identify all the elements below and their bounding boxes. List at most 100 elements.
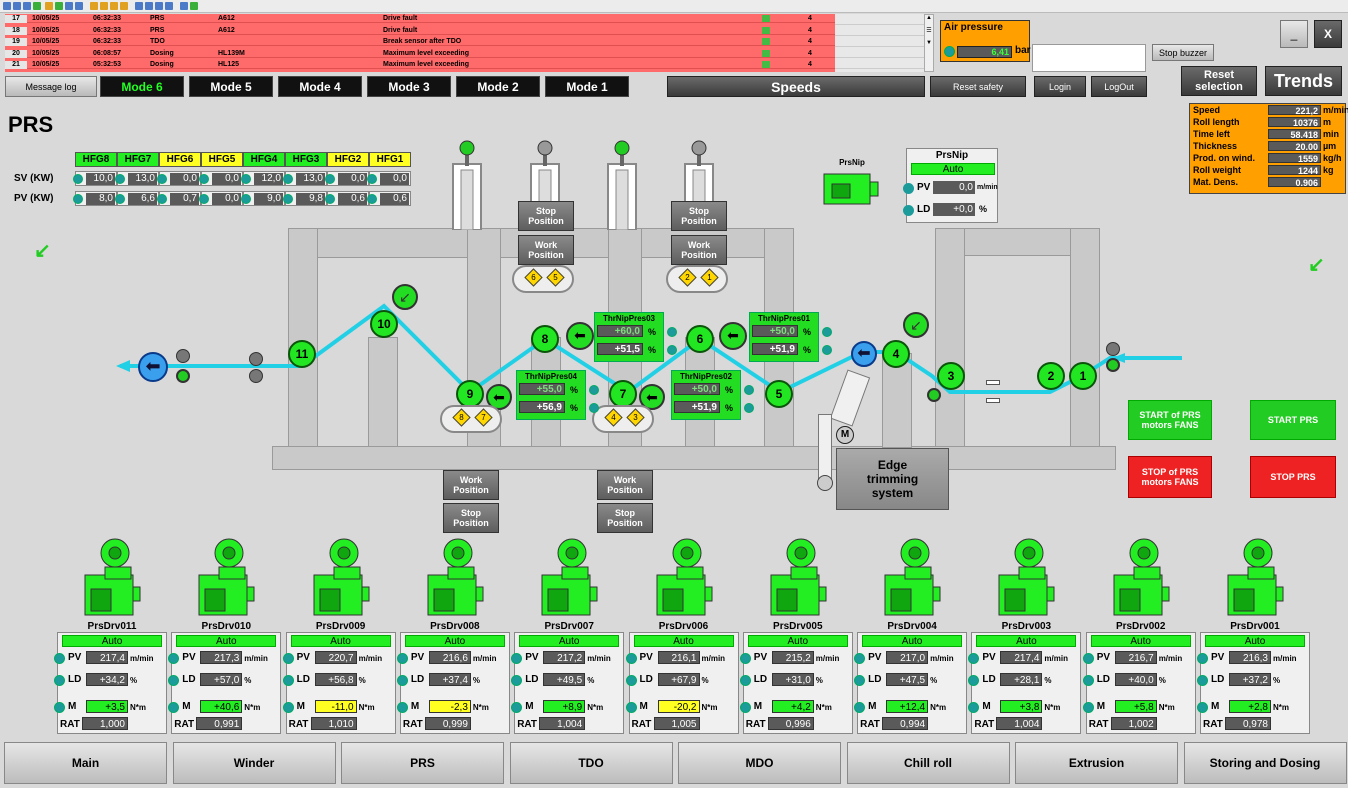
roll-11[interactable]: 11 — [288, 340, 316, 368]
pressure-unit: % — [570, 385, 579, 395]
drive-pv-indicator — [54, 653, 65, 664]
pressure-setpoint[interactable]: +60,0 — [597, 325, 643, 337]
drive-rat-label: RAT — [517, 719, 537, 730]
pressure-name: ThrNipPres02 — [679, 372, 733, 381]
drive-ld-label: LD — [182, 674, 196, 685]
roll-5[interactable]: 5 — [765, 380, 793, 408]
work-position-button-upper-left[interactable]: Work Position — [518, 235, 574, 265]
drive-pv-unit: m/min — [244, 654, 268, 663]
drive-motor-icon[interactable] — [426, 537, 484, 619]
pressure-setpoint[interactable]: +55,0 — [519, 383, 565, 395]
nav-main[interactable]: Main — [4, 742, 167, 784]
drive-m-unit: N*m — [701, 703, 718, 712]
roll-3[interactable]: 3 — [937, 362, 965, 390]
pressure-actual: +51,9 — [674, 401, 720, 413]
start-fans-button[interactable]: START of PRS motors FANS — [1128, 400, 1212, 440]
drive-pv-unit: m/min — [587, 654, 611, 663]
drive-motor-icon[interactable] — [769, 537, 827, 619]
drive-motor-icon[interactable] — [1112, 537, 1170, 619]
roll-4[interactable]: 4 — [882, 340, 910, 368]
roll-7[interactable]: 7 — [609, 380, 637, 408]
nav-winder[interactable]: Winder — [172, 742, 336, 784]
pressure-name: ThrNipPres03 — [602, 314, 656, 323]
nav-chill-roll[interactable]: Chill roll — [846, 742, 1010, 784]
start-prs-button[interactable]: START PRS — [1250, 400, 1336, 440]
drive-ld-value: +34,2 — [86, 673, 128, 686]
pressure-actual: +51,5 — [597, 343, 643, 355]
drive-name: PrsDrv007 — [544, 621, 594, 632]
sensor-marker — [986, 398, 1000, 403]
stop-position-button-lower-left[interactable]: Stop Position — [443, 503, 499, 533]
roll-9[interactable]: 9 — [456, 380, 484, 408]
drive-motor-icon[interactable] — [540, 537, 598, 619]
stop-position-button-lower-right[interactable]: Stop Position — [597, 503, 653, 533]
nip-pair[interactable]: 21 — [666, 265, 728, 293]
drive-ld-indicator — [54, 675, 65, 686]
drive-ld-label: LD — [982, 674, 996, 685]
nip-marker: 7 — [474, 408, 493, 427]
stop-fans-button[interactable]: STOP of PRS motors FANS — [1128, 456, 1212, 498]
stop-position-button-upper-left[interactable]: Stop Position — [518, 201, 574, 231]
nav-prs[interactable]: PRS — [341, 742, 504, 784]
drive-ld-unit: % — [244, 676, 252, 685]
nip-pair[interactable]: 87 — [440, 405, 502, 433]
nav-mdo[interactable]: MDO — [678, 742, 841, 784]
drive-pv-label: PV — [868, 652, 882, 663]
drive-name: PrsDrv006 — [658, 621, 709, 632]
drive-motor-icon[interactable] — [655, 537, 713, 619]
nav-extrusion[interactable]: Extrusion — [1015, 742, 1178, 784]
drive-motor-icon[interactable] — [883, 537, 941, 619]
nip-pair[interactable]: 43 — [592, 405, 654, 433]
drive-ld-value: +56,8 — [314, 673, 357, 686]
drive-ld-unit: % — [930, 676, 938, 685]
drive-m-label: M — [296, 701, 305, 712]
roll-2[interactable]: 2 — [1037, 362, 1065, 390]
roll-10[interactable]: 10 — [370, 310, 398, 338]
roll-8[interactable]: 8 — [531, 325, 559, 353]
drive-m-value: +12,4 — [886, 700, 929, 713]
work-position-button-lower-right[interactable]: Work Position — [597, 470, 653, 500]
pressure-setpoint[interactable]: +50,0 — [674, 383, 720, 395]
drive-ld-value: +49,5 — [543, 673, 586, 686]
drive-mode: Auto — [1205, 635, 1305, 647]
pressure-setpoint[interactable]: +50,0 — [752, 325, 798, 337]
pressure-panel: ThrNipPres04 +55,0% +56,9% — [516, 370, 599, 420]
film-exit-arrow-icon: ⬅ — [138, 352, 168, 382]
drive-panel: Auto PV 217,0 m/min LD +47,5% M +12,4 N*m RAT 0,99… — [854, 632, 968, 734]
drive-mode: Auto — [862, 635, 963, 647]
drive-motor-icon[interactable] — [997, 537, 1055, 619]
nip-pair[interactable]: 65 — [512, 265, 574, 293]
drive-motor-icon[interactable] — [1226, 537, 1284, 619]
drive-motor-icon[interactable] — [83, 537, 141, 619]
drive-m-indicator — [168, 702, 180, 713]
stop-prs-button[interactable]: STOP PRS — [1250, 456, 1336, 498]
stop-position-button-upper-right[interactable]: Stop Position — [671, 201, 727, 231]
drive-ld-unit: % — [1273, 676, 1281, 685]
pressure-panel: ThrNipPres01 +50,0% +51,9% — [749, 312, 832, 362]
roll-6[interactable]: 6 — [686, 325, 714, 353]
work-position-button-lower-left[interactable]: Work Position — [443, 470, 499, 500]
drive-motor-icon[interactable] — [312, 537, 370, 619]
drive-pv-label: PV — [296, 652, 310, 663]
work-position-button-upper-right[interactable]: Work Position — [671, 235, 727, 265]
drive-ld-indicator — [854, 675, 866, 686]
nav-tdo[interactable]: TDO — [509, 742, 673, 784]
drive-m-value: +4,2 — [771, 700, 814, 713]
drive-ld-indicator — [282, 675, 294, 686]
drive-pv-value: 220,7 — [314, 651, 357, 664]
drive-mode: Auto — [633, 635, 734, 647]
drive-motor-icon[interactable] — [197, 537, 255, 619]
guide-roll — [1106, 342, 1120, 356]
drive-ld-label: LD — [868, 674, 882, 685]
guide-roll — [176, 349, 190, 363]
pressure-unit: % — [648, 345, 657, 355]
drive-pv-indicator — [282, 653, 294, 664]
edge-trimming-system-button[interactable]: Edge trimming system — [836, 448, 949, 510]
nip-marker: 6 — [524, 268, 543, 287]
pressure-unit: % — [648, 327, 657, 337]
drive-pv-indicator — [854, 653, 866, 664]
roll-1[interactable]: 1 — [1069, 362, 1097, 390]
drive-mode: Auto — [1090, 635, 1191, 647]
nav-storing-and-dosing[interactable]: Storing and Dosing — [1183, 742, 1347, 784]
nip-arrow-icon: ⬅ — [566, 322, 594, 350]
